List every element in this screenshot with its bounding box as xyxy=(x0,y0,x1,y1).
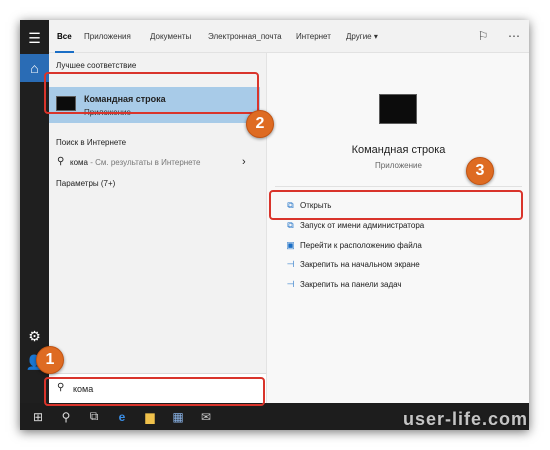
action-pin-taskbar[interactable]: ⊣ Закрепить на панели задач xyxy=(285,275,402,293)
task-view-icon[interactable]: ⧉ xyxy=(80,403,108,430)
app-title: Командная строка xyxy=(351,144,446,156)
action-open-file-location[interactable]: ▣ Перейти к расположению файла xyxy=(285,236,422,254)
more-options-icon[interactable]: ⋯ xyxy=(507,29,521,43)
file-explorer-icon[interactable]: ▆ xyxy=(136,403,164,430)
step-badge-3: 3 xyxy=(466,157,494,185)
tab-documents[interactable]: Документы xyxy=(150,20,191,53)
step-badge-2: 2 xyxy=(246,110,274,138)
command-prompt-large-icon xyxy=(379,94,417,124)
store-icon[interactable]: ▦ xyxy=(164,403,192,430)
hamburger-menu-icon[interactable]: ☰ xyxy=(20,24,49,52)
pin-icon: ⊣ xyxy=(286,258,295,269)
feedback-icon[interactable]: ⚐ xyxy=(476,29,490,43)
tab-other[interactable]: Другие ▾ xyxy=(346,20,378,53)
highlight-run-as-admin xyxy=(269,190,523,220)
pin-icon: ⊣ xyxy=(286,278,295,289)
admin-icon: ⧉ xyxy=(287,219,294,230)
highlight-best-match xyxy=(44,72,259,114)
start-button-icon[interactable]: ⊞ xyxy=(24,403,52,430)
chevron-right-icon: › xyxy=(242,156,246,168)
tab-all[interactable]: Все xyxy=(55,20,74,53)
watermark: user-life.com xyxy=(402,409,528,429)
search-icon: ⚲ xyxy=(57,156,65,167)
web-search-item[interactable]: ⚲ кома - См. результаты в Интернете › xyxy=(49,153,260,173)
highlight-search-box xyxy=(44,377,265,406)
web-search-query: кома - См. результаты в Интернете xyxy=(70,158,201,167)
tab-email[interactable]: Электронная_почта xyxy=(208,20,282,53)
best-match-header: Лучшее соответствие xyxy=(56,61,137,70)
filter-tabs: Все Приложения Документы Электронная_поч… xyxy=(49,20,529,53)
divider xyxy=(275,186,522,187)
file-location-icon: ▣ xyxy=(286,239,295,250)
web-search-header: Поиск в Интернете xyxy=(56,138,127,147)
action-pin-start[interactable]: ⊣ Закрепить на начальном экране xyxy=(285,255,420,273)
settings-header[interactable]: Параметры (7+) xyxy=(56,179,115,188)
tab-web[interactable]: Интернет xyxy=(296,20,331,53)
edge-browser-icon[interactable]: e xyxy=(108,403,136,430)
tab-apps[interactable]: Приложения xyxy=(84,20,131,53)
preview-pane: Командная строка Приложение ⧉ Открыть ⧉ За… xyxy=(266,53,529,403)
mail-icon[interactable]: ✉ xyxy=(192,403,220,430)
step-badge-1: 1 xyxy=(36,346,64,374)
taskbar-search-icon[interactable]: ⚲ xyxy=(52,403,80,430)
